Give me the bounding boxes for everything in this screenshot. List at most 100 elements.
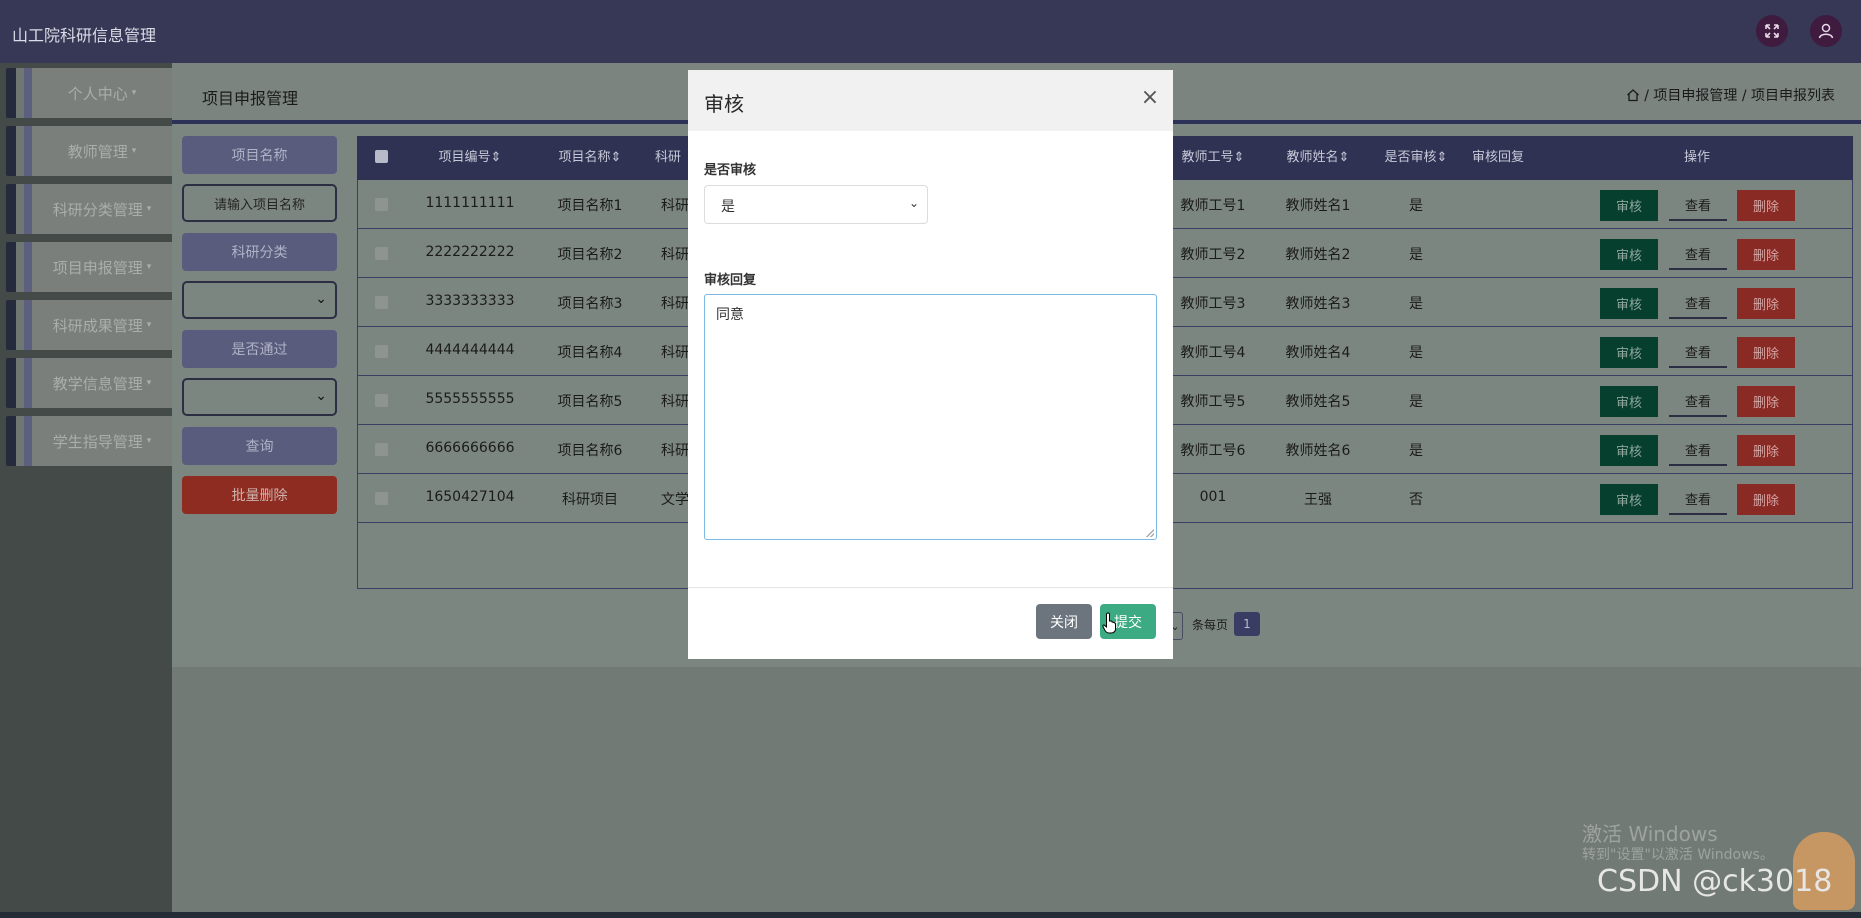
project-name-input[interactable]: 请输入项目名称 [182,184,337,222]
delete-button[interactable]: 删除 [1737,484,1795,515]
row-checkbox[interactable] [375,198,388,211]
audit-button[interactable]: 审核 [1600,337,1658,368]
caret-down-icon: ▾ [146,262,152,272]
modal-footer-divider [688,587,1173,588]
audited-cell: 是 [1409,345,1423,361]
row-checkbox[interactable] [375,492,388,505]
delete-button[interactable]: 删除 [1737,337,1795,368]
audit-select-value: 是 [721,199,735,215]
teacher-no-cell: 教师工号2 [1180,247,1246,263]
select-all-checkbox[interactable] [375,150,388,163]
column-header[interactable]: 是否审核⇕ [1371,136,1461,180]
project-name-label: 项目名称 [182,136,337,174]
app-title: 山工院科研信息管理 [12,26,157,45]
column-header: 审核回复 [1471,150,1524,165]
sidebar-item-teacher[interactable]: 教师管理 ▾ [6,126,172,176]
teacher-name-cell: 王强 [1304,492,1332,508]
passed-select[interactable]: ⌄ [182,378,337,416]
delete-button[interactable]: 删除 [1737,190,1795,221]
audit-button[interactable]: 审核 [1600,484,1658,515]
caret-down-icon: ▾ [146,436,152,446]
modal-title: 审核 [704,92,744,116]
column-header[interactable]: 项目编号⇕ [425,136,515,180]
audit-button[interactable]: 审核 [1600,288,1658,319]
project-code-cell: 1111111111 [425,195,515,211]
teacher-name-cell: 教师姓名1 [1285,198,1351,214]
audit-modal: 审核 × 是否审核 是 ⌄ 审核回复 同意 关闭 提交 [688,70,1173,659]
per-page-text: 条每页 [1192,618,1229,632]
chevron-down-icon: ⌄ [908,196,919,210]
view-button[interactable]: 查看 [1669,190,1727,221]
category-select[interactable]: ⌄ [182,281,337,319]
sidebar-item-label: 教师管理 [67,142,128,161]
delete-button[interactable]: 删除 [1737,239,1795,270]
caret-down-icon: ▾ [146,320,152,330]
category-cell: 科研 [661,394,689,410]
view-button[interactable]: 查看 [1669,386,1727,417]
row-checkbox[interactable] [375,345,388,358]
delete-button[interactable]: 删除 [1737,288,1795,319]
sidebar-item-research-category[interactable]: 科研分类管理 ▾ [6,184,172,234]
close-button[interactable]: 关闭 [1036,604,1092,639]
column-header: 操作 [1683,150,1710,165]
view-button[interactable]: 查看 [1669,239,1727,270]
caret-down-icon: ▾ [146,204,152,214]
view-button[interactable]: 查看 [1669,484,1727,515]
sidebar-item-research-results[interactable]: 科研成果管理 ▾ [6,300,172,350]
column-header[interactable]: 教师姓名⇕ [1273,136,1363,180]
sidebar-item-teaching-info[interactable]: 教学信息管理 ▾ [6,358,172,408]
view-button[interactable]: 查看 [1669,435,1727,466]
teacher-name-cell: 教师姓名3 [1285,296,1351,312]
audit-select[interactable]: 是 ⌄ [704,185,928,224]
project-code-cell: 3333333333 [425,293,515,309]
row-checkbox[interactable] [375,296,388,309]
audit-button[interactable]: 审核 [1600,239,1658,270]
sidebar-item-personal-center[interactable]: 个人中心 ▾ [6,68,172,118]
top-bar: 山工院科研信息管理 [0,0,1861,63]
row-checkbox[interactable] [375,247,388,260]
category-cell: 科研 [661,296,689,312]
audit-button[interactable]: 审核 [1600,190,1658,221]
query-button[interactable]: 查询 [182,427,337,465]
audit-button[interactable]: 审核 [1600,435,1658,466]
view-button[interactable]: 查看 [1669,288,1727,319]
audited-cell: 是 [1409,394,1423,410]
resize-handle-icon[interactable] [1146,529,1154,537]
breadcrumb: / 项目申报管理 / 项目申报列表 [1626,85,1835,106]
project-code-cell: 2222222222 [425,244,515,260]
user-icon[interactable] [1810,15,1842,47]
row-checkbox[interactable] [375,443,388,456]
audited-cell: 是 [1409,198,1423,214]
sidebar-item-student-guidance[interactable]: 学生指导管理 ▾ [6,416,172,466]
modal-header: 审核 × [688,70,1173,131]
close-icon[interactable]: × [1140,86,1160,110]
category-cell: 科研 [661,247,689,263]
chevron-down-icon: ⌄ [315,291,327,307]
page-number-button[interactable]: 1 [1234,612,1260,636]
fullscreen-icon[interactable] [1756,15,1788,47]
column-header[interactable]: 教师工号⇕ [1168,136,1258,180]
audit-button[interactable]: 审核 [1600,386,1658,417]
view-button[interactable]: 查看 [1669,337,1727,368]
breadcrumb-path[interactable]: 项目申报管理 / 项目申报列表 [1653,88,1835,104]
teacher-no-cell: 教师工号1 [1180,198,1246,214]
row-checkbox[interactable] [375,394,388,407]
project-name-cell: 项目名称1 [557,198,623,214]
teacher-no-cell: 教师工号3 [1180,296,1246,312]
chevron-down-icon: ⌄ [315,388,327,404]
sidebar-item-project-application[interactable]: 项目申报管理 ▾ [6,242,172,292]
category-label: 科研分类 [182,233,337,271]
teacher-name-cell: 教师姓名4 [1285,345,1351,361]
sidebar: 个人中心 ▾ 教师管理 ▾ 科研分类管理 ▾ 项目申报管理 ▾ 科研成果管理 ▾ 教学信息… [0,63,172,918]
sidebar-item-label: 学生指导管理 [52,432,143,451]
audit-field-label: 是否审核 [704,163,757,178]
reply-textarea[interactable]: 同意 [704,294,1157,540]
teacher-no-cell: 教师工号5 [1180,394,1246,410]
delete-button[interactable]: 删除 [1737,386,1795,417]
page-title: 项目申报管理 [202,89,299,108]
home-icon[interactable] [1626,88,1640,106]
bulk-delete-button[interactable]: 批量删除 [182,476,337,514]
column-header[interactable]: 项目名称⇕ [545,136,635,180]
delete-button[interactable]: 删除 [1737,435,1795,466]
teacher-name-cell: 教师姓名6 [1285,443,1351,459]
